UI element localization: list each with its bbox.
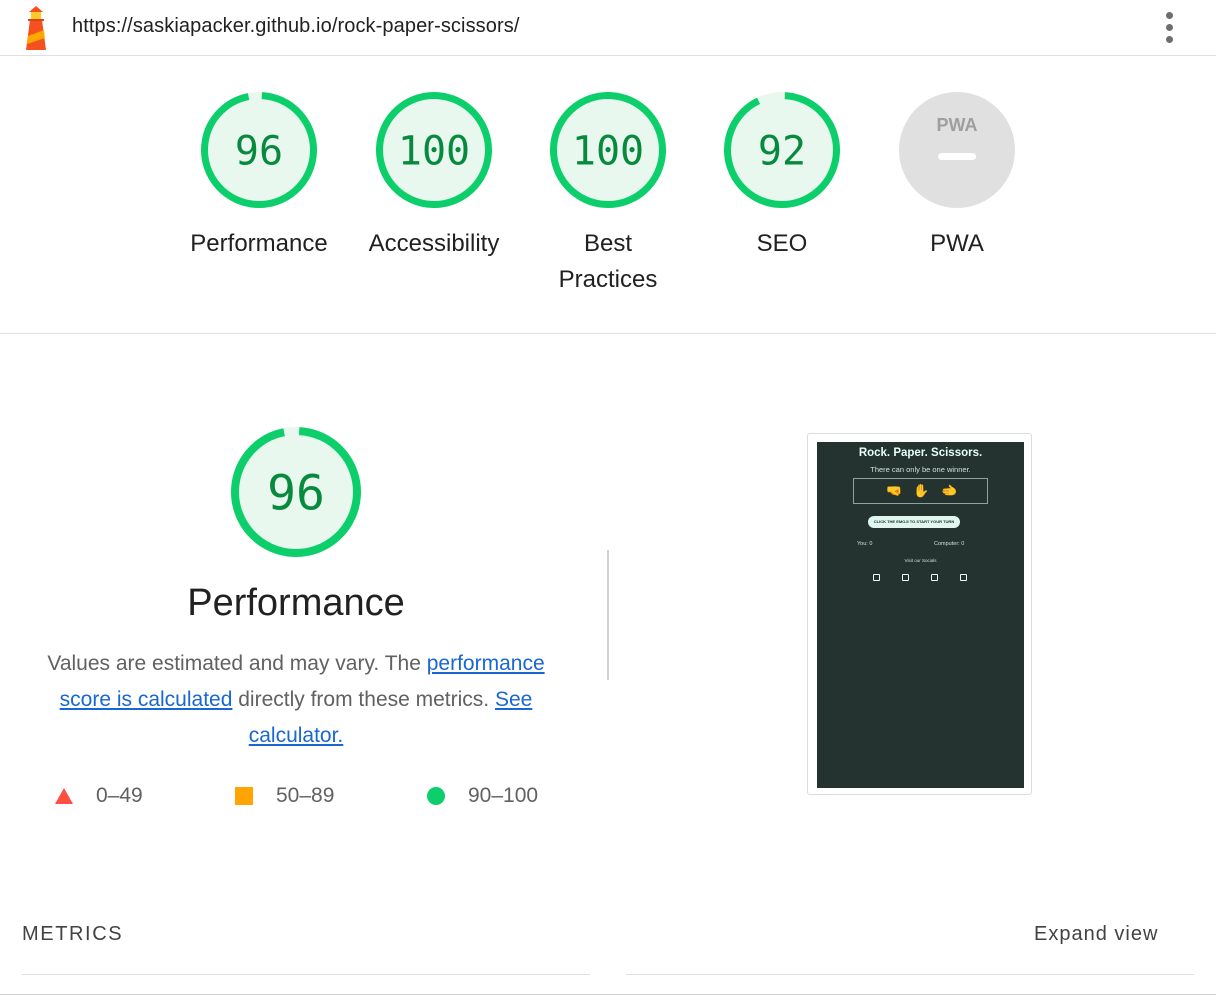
top-bar: https://saskiapacker.github.io/rock-pape…	[0, 0, 1216, 56]
expand-view-button[interactable]: Expand view	[1034, 923, 1158, 946]
gauge-seo[interactable]: 92 SEO	[702, 91, 862, 262]
performance-gauge-large: 96	[230, 426, 362, 563]
twitter-icon	[931, 574, 938, 581]
bottom-divider	[0, 994, 1216, 995]
triangle-icon	[55, 788, 73, 804]
score-legend: 0–49 50–89 90–100	[20, 784, 572, 814]
pwa-badge-text: PWA	[936, 115, 977, 135]
square-icon	[235, 787, 253, 805]
screenshot-start-button: CLICK THE EMOJI TO START YOUR TURN	[868, 516, 960, 528]
gauge-score: 100	[572, 128, 644, 174]
metrics-divider-right	[626, 974, 1194, 975]
desc-text-2: directly from these metrics.	[232, 688, 495, 711]
performance-title: Performance	[187, 582, 405, 624]
metrics-heading: METRICS	[22, 923, 124, 945]
gauge-score: 96	[267, 465, 325, 521]
facebook-icon	[873, 574, 880, 581]
screenshot-page: Rock. Paper. Scissors. There can only be…	[817, 442, 1024, 788]
pwa-icon: PWA	[899, 92, 1015, 208]
legend-pass: 90–100	[426, 784, 538, 808]
gauge-pwa[interactable]: PWA PWA	[877, 91, 1037, 262]
legend-fail: 0–49	[54, 784, 143, 808]
page-url: https://saskiapacker.github.io/rock-pape…	[72, 15, 520, 37]
section-divider	[607, 550, 609, 680]
legend-fail-range: 0–49	[96, 784, 143, 807]
legend-average-range: 50–89	[276, 784, 335, 807]
legend-average: 50–89	[234, 784, 334, 808]
pwa-dash	[938, 153, 976, 160]
screenshot-emoji-box: 🤜 ✋ 🫲	[853, 478, 988, 504]
gauge-label: PWA	[930, 230, 984, 257]
youtube-icon	[960, 574, 967, 581]
legend-pass-range: 90–100	[468, 784, 539, 807]
gauge-best-practices[interactable]: 100 Best Practices	[528, 91, 688, 298]
metrics-divider-left	[22, 974, 590, 975]
final-screenshot[interactable]: Rock. Paper. Scissors. There can only be…	[807, 433, 1032, 795]
circle-icon	[427, 787, 445, 805]
scissors-emoji: 🫲	[941, 483, 958, 498]
gauge-label: Best Practices	[558, 230, 658, 293]
gauge-performance[interactable]: 96 Performance	[179, 91, 339, 262]
screenshot-socials-label: Visit our Socials	[904, 558, 937, 563]
screenshot-you-score: You: 0	[857, 541, 873, 547]
instagram-icon	[902, 574, 909, 581]
gauge-label: Performance	[190, 230, 328, 257]
score-gauges: 96 Performance 100 Accessibility 100 Best P…	[0, 56, 1216, 334]
paper-emoji: ✋	[913, 483, 930, 498]
screenshot-subtitle: There can only be one winner.	[870, 465, 971, 474]
gauge-label: Accessibility	[368, 230, 500, 257]
screenshot-computer-score: Computer: 0	[934, 541, 965, 547]
gauge-score: 100	[398, 128, 470, 174]
desc-text-1: Values are estimated and may vary. The	[47, 652, 427, 675]
more-vertical-icon[interactable]	[1156, 8, 1184, 48]
screenshot-title: Rock. Paper. Scissors.	[858, 447, 983, 459]
gauge-score: 96	[235, 128, 283, 174]
rock-emoji: 🤜	[886, 483, 903, 498]
gauge-score: 92	[758, 128, 806, 174]
lighthouse-icon	[26, 6, 46, 50]
performance-description: Values are estimated and may vary. The p…	[20, 646, 572, 754]
gauge-label: SEO	[756, 230, 808, 257]
gauge-accessibility[interactable]: 100 Accessibility	[354, 91, 514, 262]
